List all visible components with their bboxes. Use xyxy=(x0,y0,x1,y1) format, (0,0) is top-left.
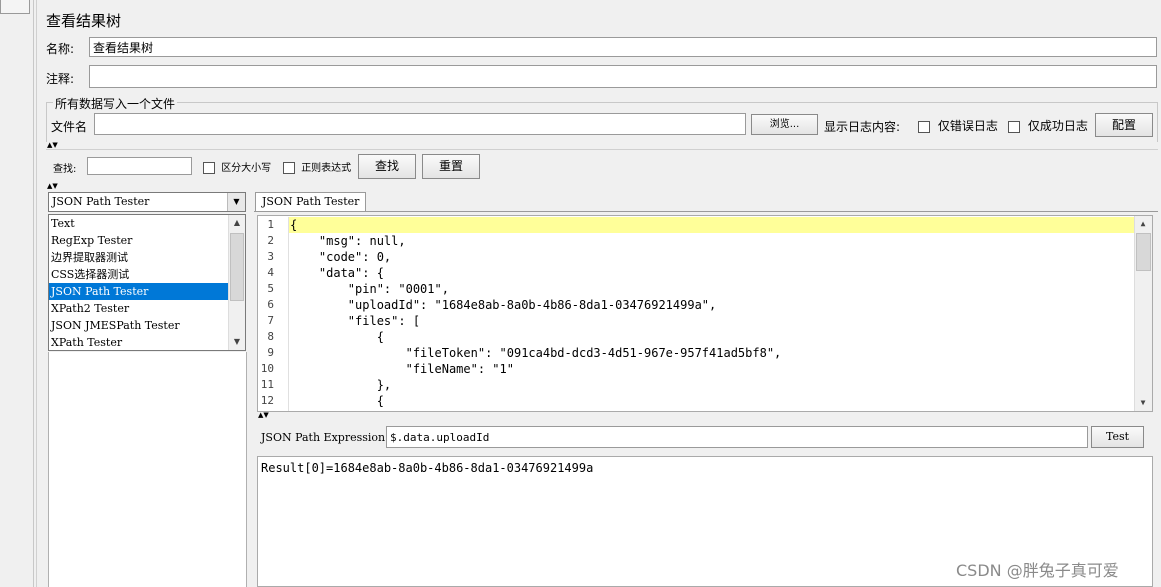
response-code: { "msg": null, "code": 0, "data": { "pin… xyxy=(290,217,1130,409)
code-line: "fileToken": "091ca4bd-dcd3-4d51-967e-95… xyxy=(290,346,782,360)
success-only-label: 仅成功日志 xyxy=(1027,119,1088,133)
case-sensitive-label: 区分大小写 xyxy=(221,163,272,174)
renderer-select-value: JSON Path Tester xyxy=(52,195,150,208)
name-label: 名称: xyxy=(46,42,75,56)
success-only-checkbox[interactable]: 仅成功日志 xyxy=(1008,117,1088,134)
code-line: "uploadId": "1684e8ab-8a0b-4b86-8da1-034… xyxy=(290,298,717,312)
code-line: }, xyxy=(290,378,392,392)
editor-scroll-up-icon[interactable]: ▲ xyxy=(1135,216,1151,232)
tab-label: JSON Path Tester xyxy=(262,195,360,208)
watermark: CSDN @胖兔子真可爱 xyxy=(956,561,1119,580)
errors-only-checkbox[interactable]: 仅错误日志 xyxy=(918,117,998,134)
renderer-pane-lower xyxy=(48,352,247,587)
json-path-expression-input[interactable] xyxy=(386,426,1088,448)
renderer-list: Text RegExp Tester 边界提取器测试 CSS选择器测试 JSON Pat… xyxy=(48,214,246,351)
editor-scroll-down-icon[interactable]: ▼ xyxy=(1135,395,1151,411)
line-number: 3 xyxy=(267,250,274,263)
code-line: "msg": null, xyxy=(290,234,406,248)
code-line: { xyxy=(290,394,384,408)
test-button[interactable]: Test xyxy=(1091,426,1144,448)
expression-label: JSON Path Expression xyxy=(261,431,386,444)
renderer-option[interactable]: JSON JMESPath Tester xyxy=(49,317,230,334)
renderer-option[interactable]: XPath2 Tester xyxy=(49,300,230,317)
editor-scrollbar[interactable]: ▲ ▼ xyxy=(1134,216,1152,411)
chevron-down-icon[interactable]: ▼ xyxy=(227,193,245,211)
browse-button[interactable]: 浏览... xyxy=(751,114,818,135)
file-name-field[interactable] xyxy=(94,113,746,135)
line-number: 1 xyxy=(267,218,274,231)
line-number: 2 xyxy=(267,234,274,247)
code-line: "files": [ xyxy=(290,314,421,328)
regex-label: 正则表达式 xyxy=(301,163,352,174)
code-line: { xyxy=(290,218,298,232)
left-tree-strip xyxy=(0,0,34,587)
left-tree-box xyxy=(0,0,30,14)
regex-checkbox[interactable]: 正则表达式 xyxy=(283,159,351,174)
file-name-label: 文件名 xyxy=(51,120,88,134)
file-section-legend: 所有数据写入一个文件 xyxy=(53,95,178,112)
code-line: "data": { xyxy=(290,266,384,280)
renderer-option[interactable]: RegExp Tester xyxy=(49,232,230,249)
editor-scroll-thumb[interactable] xyxy=(1136,233,1151,271)
errors-only-checkbox-box[interactable] xyxy=(918,120,930,133)
renderer-option[interactable]: JSON Path Tester xyxy=(49,283,230,300)
line-number: 6 xyxy=(267,298,274,311)
renderer-select[interactable]: JSON Path Tester ▼ xyxy=(48,192,246,212)
search-label: 查找: xyxy=(53,164,77,175)
renderer-option[interactable]: XPath Tester xyxy=(49,334,230,350)
splitter-arrows-middle[interactable]: ▲▼ xyxy=(47,183,58,190)
renderer-option[interactable]: Text xyxy=(49,215,230,232)
find-button[interactable]: 查找 xyxy=(358,154,416,179)
renderer-option[interactable]: CSS选择器测试 xyxy=(49,266,230,283)
line-number: 7 xyxy=(267,314,274,327)
log-content-label: 显示日志内容: xyxy=(824,120,901,134)
tab-json-path-tester[interactable]: JSON Path Tester xyxy=(255,192,367,211)
code-line: "fileName": "1" xyxy=(290,362,514,376)
scroll-down-icon[interactable]: ▼ xyxy=(229,334,245,350)
list-scrollbar[interactable]: ▲ ▼ xyxy=(228,215,245,350)
comment-field[interactable] xyxy=(89,65,1157,88)
splitter-arrows-editor[interactable]: ▲▼ xyxy=(258,412,269,419)
list-scroll-thumb[interactable] xyxy=(230,233,244,301)
response-editor[interactable]: 1 2 3 4 5 6 7 8 9 10 11 12 { "msg": null, "code": 0… xyxy=(257,215,1153,412)
line-number-gutter: 1 2 3 4 5 6 7 8 9 10 11 12 xyxy=(258,217,289,411)
case-sensitive-checkbox[interactable]: 区分大小写 xyxy=(203,159,271,174)
search-input[interactable] xyxy=(87,157,192,175)
renderer-option[interactable]: 边界提取器测试 xyxy=(49,249,230,266)
line-number: 11 xyxy=(260,378,274,391)
regex-box[interactable] xyxy=(283,162,295,174)
code-line: "pin": "0001", xyxy=(290,282,449,296)
code-line: { xyxy=(290,330,384,344)
line-number: 4 xyxy=(267,266,274,279)
success-only-checkbox-box[interactable] xyxy=(1008,120,1020,133)
config-button[interactable]: 配置 xyxy=(1095,113,1153,137)
name-field[interactable] xyxy=(89,37,1157,57)
line-number: 10 xyxy=(260,362,274,375)
scroll-up-icon[interactable]: ▲ xyxy=(229,215,245,231)
line-number: 5 xyxy=(267,282,274,295)
code-line: "code": 0, xyxy=(290,250,392,264)
comment-label: 注释: xyxy=(46,72,75,86)
reset-button[interactable]: 重置 xyxy=(422,154,480,179)
result-text: Result[0]=1684e8ab-8a0b-4b86-8da1-034769… xyxy=(261,461,594,475)
line-number: 8 xyxy=(267,330,274,343)
errors-only-label: 仅错误日志 xyxy=(937,119,998,133)
line-number: 12 xyxy=(260,394,274,407)
splitter-arrows-top[interactable]: ▲▼ xyxy=(47,142,58,149)
case-sensitive-box[interactable] xyxy=(203,162,215,174)
page-title: 查看结果树 xyxy=(46,12,122,30)
line-number: 9 xyxy=(267,346,274,359)
